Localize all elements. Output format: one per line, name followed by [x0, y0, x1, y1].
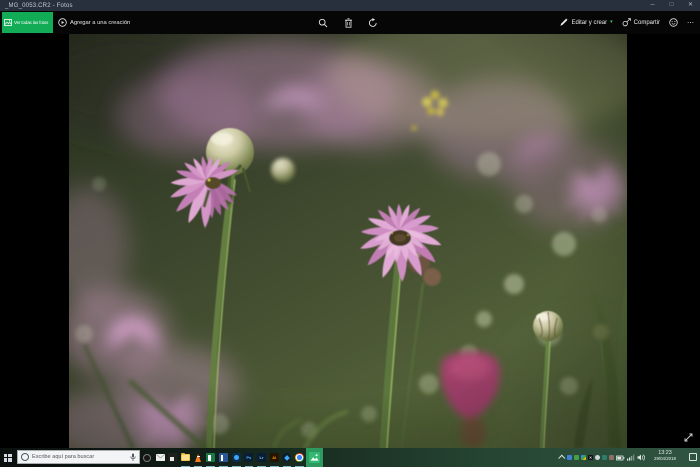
share-icon	[622, 18, 631, 27]
tray-app-icon-7[interactable]	[609, 455, 614, 460]
taskbar-clock[interactable]: 13:23 29/04/2018	[644, 450, 686, 462]
toolbar-right-icons: Editar y crear ▾ Compartir ⋯	[559, 11, 695, 34]
chrome-icon[interactable]	[293, 448, 306, 467]
excel-icon[interactable]	[204, 448, 217, 467]
diamond-app-icon[interactable]	[281, 448, 294, 467]
view-all-photos-label: Ver todas las fotos	[14, 20, 48, 25]
tray-app-icon-3[interactable]	[581, 455, 586, 460]
close-button[interactable]: ✕	[681, 0, 700, 11]
photo-of-pink-daisies	[69, 34, 627, 448]
tray-app-icon-1[interactable]	[567, 455, 572, 460]
photos-app-icon-active[interactable]	[306, 448, 323, 467]
maximize-button[interactable]: □	[662, 0, 681, 11]
share-button[interactable]: Compartir	[622, 18, 660, 27]
chevron-down-icon: ▾	[610, 20, 613, 25]
edit-create-label: Editar y crear	[571, 20, 607, 26]
tray-app-icon-6[interactable]	[602, 455, 607, 460]
mail-icon[interactable]	[154, 448, 167, 467]
toolbar: Ver todas las fotos Agregar a una creaci…	[0, 11, 700, 34]
start-button[interactable]	[4, 454, 12, 462]
feedback-button[interactable]	[669, 18, 678, 27]
rotate-button[interactable]	[368, 17, 378, 29]
taskbar-apps: Ps Lr Ai	[141, 448, 323, 467]
system-tray: ✕	[560, 448, 645, 467]
edit-create-button[interactable]: Editar y crear ▾	[559, 18, 612, 27]
tray-app-icon-4[interactable]: ✕	[588, 455, 593, 460]
creation-icon	[58, 18, 67, 27]
add-to-creation-button[interactable]: Agregar a una creación	[58, 11, 130, 34]
zoom-icon	[318, 18, 328, 28]
action-center-icon[interactable]	[689, 453, 697, 461]
file-explorer-icon[interactable]	[179, 448, 192, 467]
network-icon[interactable]	[627, 454, 635, 461]
tray-app-icon-2[interactable]	[574, 455, 579, 460]
expand-icon[interactable]	[684, 433, 693, 442]
cortana-icon	[21, 453, 29, 461]
edit-icon	[559, 18, 568, 27]
zoom-button[interactable]	[318, 17, 328, 29]
tray-app-icon-5[interactable]	[595, 455, 600, 460]
store-icon[interactable]	[166, 448, 179, 467]
clock-time: 13:23	[644, 450, 686, 457]
hidden-icons-chevron[interactable]	[558, 455, 565, 462]
desktop: { "window": { "title": "_MG_0053.CR2 - F…	[0, 0, 700, 467]
window-controls: ─ □ ✕	[643, 0, 700, 11]
view-all-photos-button[interactable]: Ver todas las fotos	[2, 12, 53, 33]
microphone-icon[interactable]	[130, 453, 136, 462]
photo-viewer[interactable]	[69, 34, 627, 448]
delete-button[interactable]	[343, 17, 353, 29]
clock-date: 29/04/2018	[644, 456, 686, 462]
add-to-creation-label: Agregar a una creación	[70, 20, 130, 26]
photo-gallery-icon	[4, 19, 12, 26]
window-title: _MG_0053.CR2 - Fotos	[0, 3, 73, 9]
photo-canvas	[0, 34, 700, 448]
lightroom-icon[interactable]: Lr	[255, 448, 268, 467]
task-view-icon[interactable]	[141, 448, 154, 467]
photoshop-icon[interactable]: Ps	[243, 448, 256, 467]
rotate-icon	[368, 18, 378, 28]
trash-icon	[344, 18, 353, 28]
share-label: Compartir	[634, 20, 660, 26]
toolbar-center-icons	[318, 11, 378, 34]
battery-icon[interactable]	[616, 455, 625, 461]
taskbar-search[interactable]	[17, 450, 140, 464]
blue-circle-app-icon[interactable]	[230, 448, 243, 467]
minimize-button[interactable]: ─	[643, 0, 662, 11]
illustrator-icon[interactable]: Ai	[268, 448, 281, 467]
feedback-smiley-icon	[669, 18, 678, 27]
vlc-icon[interactable]	[192, 448, 205, 467]
taskbar: Ps Lr Ai ✕ 13:23 29/04/2	[0, 448, 700, 467]
title-bar: _MG_0053.CR2 - Fotos ─ □ ✕	[0, 0, 700, 11]
search-input[interactable]	[32, 454, 130, 460]
see-more-button[interactable]: ⋯	[687, 19, 695, 27]
word-icon[interactable]	[217, 448, 230, 467]
